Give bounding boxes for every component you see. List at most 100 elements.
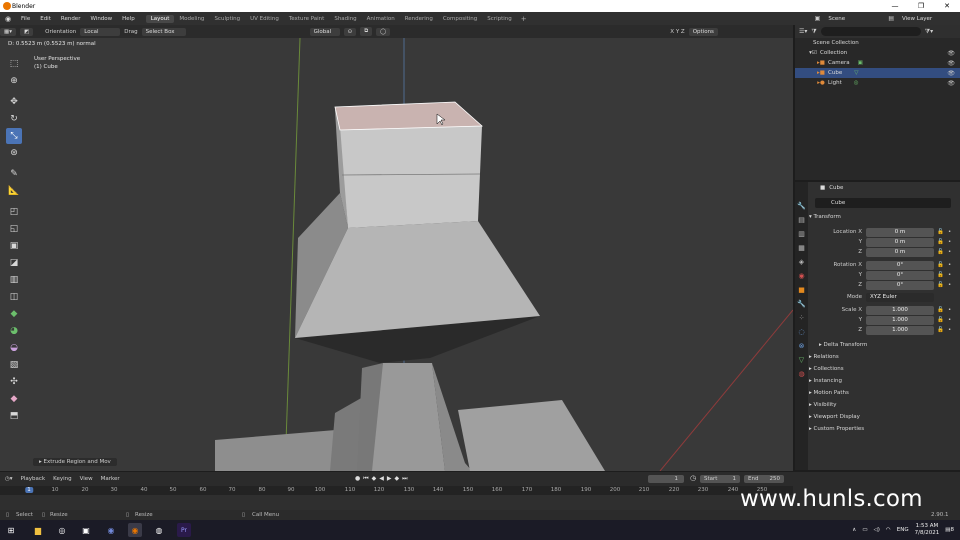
view-layer-tab-icon[interactable]: ▦ (798, 244, 805, 255)
next-keyframe-icon[interactable]: ◆ (395, 475, 400, 483)
knife-tool-icon[interactable]: ◫ (6, 289, 22, 305)
visibility-eye-icon[interactable]: 👁 (947, 50, 955, 57)
clock[interactable]: 1:53 AM 7/8/2021 (915, 523, 940, 537)
material-tab-icon[interactable]: ◍ (798, 370, 804, 381)
lock-icon[interactable]: 🔓 (937, 306, 944, 315)
object-name-field[interactable]: Cube (815, 198, 951, 208)
tab-shading[interactable]: Shading (329, 15, 361, 23)
language-indicator[interactable]: ENG (897, 527, 909, 533)
tab-animation[interactable]: Animation (362, 15, 400, 23)
rotation-y-field[interactable]: 0° (866, 271, 934, 280)
lock-icon[interactable]: 🔓 (937, 261, 944, 270)
visibility-section[interactable]: ▸ Visibility (809, 402, 837, 408)
lock-icon[interactable]: 🔓 (937, 281, 944, 290)
keyframe-dot-icon[interactable]: • (948, 326, 951, 335)
keyframe-dot-icon[interactable]: • (948, 248, 951, 257)
marker-menu[interactable]: Marker (101, 476, 120, 482)
inset-faces-tool-icon[interactable]: ▣ (6, 238, 22, 254)
blender-taskbar-icon[interactable]: ◉ (128, 523, 142, 537)
lock-icon[interactable]: 🔓 (937, 238, 944, 247)
shrink-fatten-tool-icon[interactable]: ✣ (6, 374, 22, 390)
file-explorer-icon[interactable]: ▆ (31, 523, 45, 537)
scale-y-field[interactable]: 1.000 (866, 316, 934, 325)
proportional-edit-icon[interactable]: ◯ (376, 27, 391, 36)
lock-icon[interactable]: 🔓 (937, 271, 944, 280)
keyframe-dot-icon[interactable]: • (948, 281, 951, 290)
motion-paths-section[interactable]: ▸ Motion Paths (809, 390, 849, 396)
filter-dropdown-icon[interactable]: ⧩▾ (925, 28, 933, 36)
tab-modeling[interactable]: Modeling (174, 15, 209, 23)
lock-icon[interactable]: 🔓 (937, 316, 944, 325)
extrude-region-tool-icon[interactable]: ◰ (6, 204, 22, 220)
keying-menu[interactable]: Keying (53, 476, 71, 482)
keyframe-dot-icon[interactable]: • (948, 228, 951, 237)
lock-icon[interactable]: 🔓 (937, 228, 944, 237)
measure-tool-icon[interactable]: 📐 (6, 183, 22, 199)
outliner-row-cube[interactable]: ▸■ Cube ▽ 👁 (795, 68, 960, 78)
playback-menu[interactable]: Playback (21, 476, 46, 482)
end-frame-field[interactable]: End 250 (744, 475, 784, 483)
keyframe-dot-icon[interactable]: • (948, 261, 951, 270)
tab-uv-editing[interactable]: UV Editing (245, 15, 284, 23)
viewport-display-section[interactable]: ▸ Viewport Display (809, 414, 860, 420)
tab-rendering[interactable]: Rendering (400, 15, 438, 23)
edge-slide-tool-icon[interactable]: ▧ (6, 357, 22, 373)
tab-compositing[interactable]: Compositing (438, 15, 482, 23)
snap-icon[interactable]: ⧉ (360, 27, 373, 36)
bevel-tool-icon[interactable]: ◪ (6, 255, 22, 271)
collections-section[interactable]: ▸ Collections (809, 366, 844, 372)
cursor-tool-icon[interactable]: ⊕ (6, 73, 22, 89)
tool-tab-icon[interactable]: 🔧 (797, 202, 806, 213)
scale-x-field[interactable]: 1.000 (866, 306, 934, 315)
3d-viewport[interactable]: D: 0.5523 m (0.5523 m) normal User Persp… (0, 38, 793, 471)
add-workspace-button[interactable]: + (517, 15, 531, 23)
scene-tab-icon[interactable]: ◈ (799, 258, 804, 269)
notifications-icon[interactable]: ▤8 (945, 527, 954, 533)
drag-dropdown[interactable]: Select Box (141, 27, 186, 36)
annotate-tool-icon[interactable]: ✎ (6, 166, 22, 182)
physics-tab-icon[interactable]: ◌ (798, 328, 804, 339)
pivot-icon[interactable]: ⊙ (343, 27, 357, 36)
outliner-row-scene-collection[interactable]: Scene Collection (795, 38, 960, 48)
tab-sculpting[interactable]: Sculpting (209, 15, 245, 23)
rotation-x-field[interactable]: 0° (866, 261, 934, 270)
discord-icon[interactable]: ◉ (104, 523, 118, 537)
outliner-search-input[interactable] (820, 27, 921, 36)
blender-menu-icon[interactable]: ◉ (0, 15, 16, 23)
jump-end-icon[interactable]: ⏭ (402, 475, 407, 483)
last-operator-panel[interactable]: ▸ Extrude Region and Mov (33, 458, 117, 466)
editor-type-button[interactable]: ▦▾ (0, 27, 16, 36)
network-icon[interactable]: ▭ (862, 527, 867, 533)
output-tab-icon[interactable]: ▥ (798, 230, 805, 241)
timeline-track-area[interactable] (0, 495, 793, 510)
obs-icon[interactable]: ◍ (152, 523, 166, 537)
chrome-icon[interactable]: ◎ (55, 523, 69, 537)
windows-start-icon[interactable]: ⊞ (4, 523, 18, 537)
object-tab-icon[interactable]: ■ (798, 286, 805, 297)
visibility-eye-icon[interactable]: 👁 (947, 70, 955, 77)
prev-keyframe-icon[interactable]: ◆ (372, 475, 377, 483)
keyframe-dot-icon[interactable]: • (948, 238, 951, 247)
data-tab-icon[interactable]: ▽ (799, 356, 804, 367)
instancing-section[interactable]: ▸ Instancing (809, 378, 842, 384)
tab-scripting[interactable]: Scripting (482, 15, 516, 23)
location-y-field[interactable]: 0 m (866, 238, 934, 247)
shear-tool-icon[interactable]: ◆ (6, 391, 22, 407)
viewport-scene[interactable] (0, 38, 793, 471)
location-x-field[interactable]: 0 m (866, 228, 934, 237)
scale-z-field[interactable]: 1.000 (866, 326, 934, 335)
orientation-dropdown[interactable]: Local (80, 27, 121, 36)
scale-tool-icon[interactable]: ⤡ (6, 128, 22, 144)
particles-tab-icon[interactable]: ⁘ (799, 314, 805, 325)
scene-selector[interactable]: Scene (824, 15, 884, 23)
play-reverse-icon[interactable]: ◀ (379, 475, 384, 483)
options-dropdown[interactable]: Options (688, 27, 718, 36)
minimize-button[interactable]: — (882, 0, 908, 12)
keyframe-dot-icon[interactable]: • (948, 271, 951, 280)
tray-chevron-icon[interactable]: ∧ (852, 527, 856, 533)
ruler-tick-current[interactable]: 1 (25, 487, 33, 493)
world-tab-icon[interactable]: ◉ (798, 272, 804, 283)
start-frame-field[interactable]: Start 1 (700, 475, 740, 483)
wifi-icon[interactable]: ◠ (886, 527, 891, 533)
timeline-editor-icon[interactable]: ◷▾ (5, 476, 13, 482)
